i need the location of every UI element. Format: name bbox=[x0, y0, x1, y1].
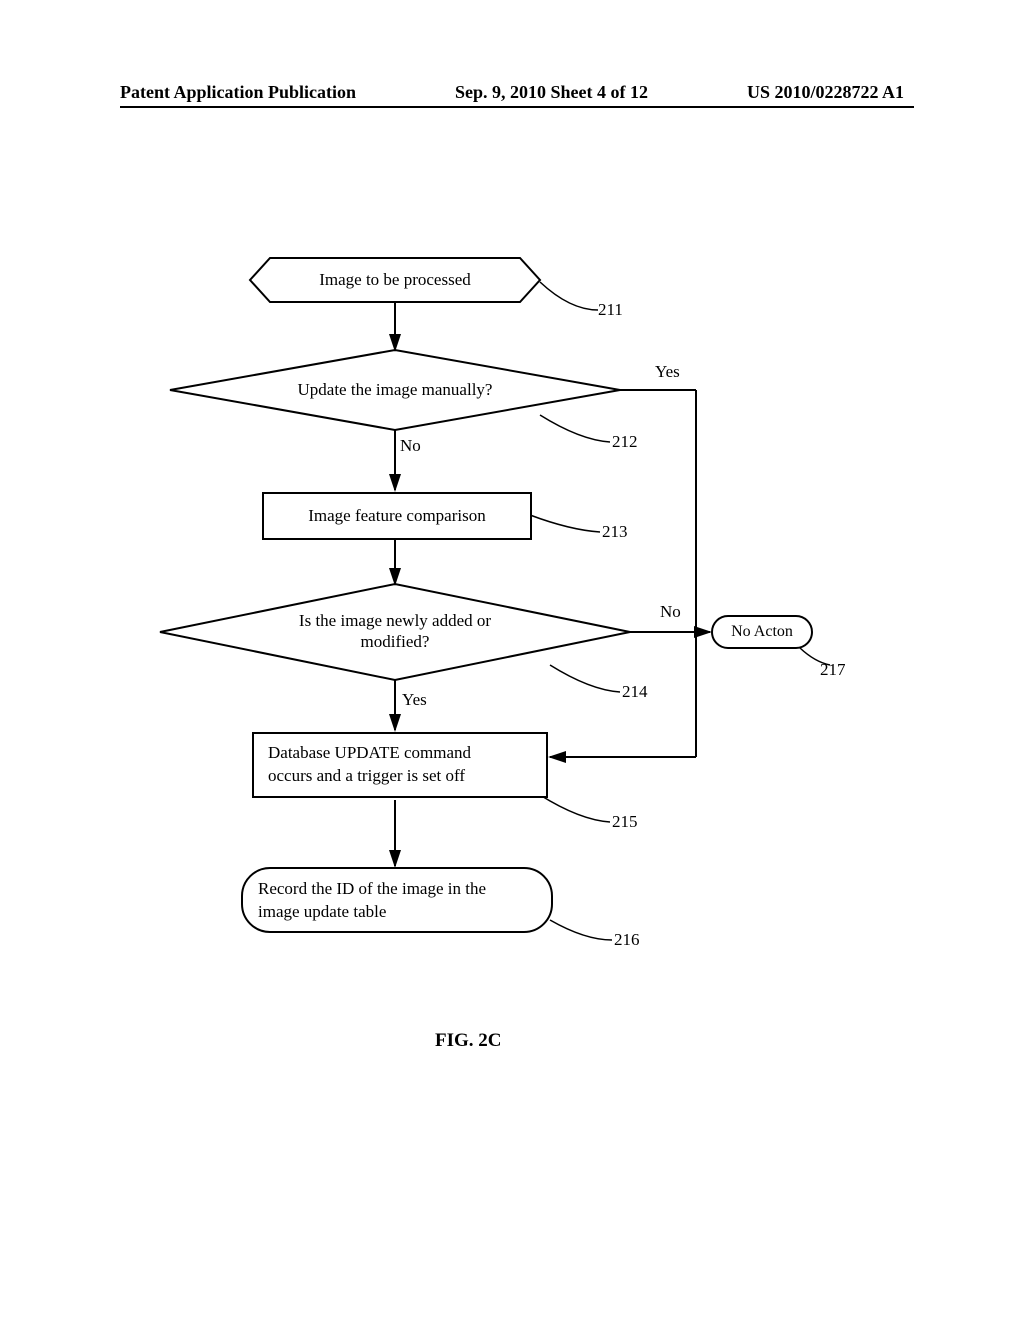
header-right: US 2010/0228722 A1 bbox=[747, 82, 904, 103]
decision2-line1: Is the image newly added or bbox=[240, 610, 550, 631]
dec1-no-label: No bbox=[400, 436, 421, 456]
ref-212: 212 bbox=[612, 432, 638, 452]
terminal-record-line1: Record the ID of the image in the bbox=[258, 878, 538, 901]
ref-216: 216 bbox=[614, 930, 640, 950]
flowchart: Image to be processed 211 Update the ima… bbox=[100, 240, 920, 1140]
header-center: Sep. 9, 2010 Sheet 4 of 12 bbox=[455, 82, 648, 103]
start-hex-label: Image to be processed bbox=[250, 270, 540, 290]
figure-caption: FIG. 2C bbox=[435, 1030, 502, 1052]
process1-label: Image feature comparison bbox=[308, 506, 485, 526]
decision1-label: Update the image manually? bbox=[240, 380, 550, 400]
decision2-line2: modified? bbox=[240, 631, 550, 652]
ref-215: 215 bbox=[612, 812, 638, 832]
terminal-no-action-label: No Acton bbox=[718, 623, 806, 641]
process-db-update: Database UPDATE command occurs and a tri… bbox=[252, 732, 548, 798]
process-feature-comparison: Image feature comparison bbox=[262, 492, 532, 540]
header-rule bbox=[120, 106, 914, 108]
ref-217: 217 bbox=[820, 660, 846, 680]
dec2-yes-label: Yes bbox=[402, 690, 427, 710]
terminal-record-line2: image update table bbox=[258, 901, 538, 924]
ref-211: 211 bbox=[598, 300, 623, 320]
ref-213: 213 bbox=[602, 522, 628, 542]
flowchart-svg bbox=[100, 240, 920, 1140]
process2-line2: occurs and a trigger is set off bbox=[268, 765, 471, 788]
dec1-yes-label: Yes bbox=[655, 362, 680, 382]
process2-line1: Database UPDATE command bbox=[268, 742, 471, 765]
dec2-no-label: No bbox=[660, 602, 681, 622]
decision2-label: Is the image newly added or modified? bbox=[240, 610, 550, 653]
ref-214: 214 bbox=[622, 682, 648, 702]
terminal-record-label: Record the ID of the image in the image … bbox=[258, 878, 538, 924]
header-left: Patent Application Publication bbox=[120, 82, 356, 103]
